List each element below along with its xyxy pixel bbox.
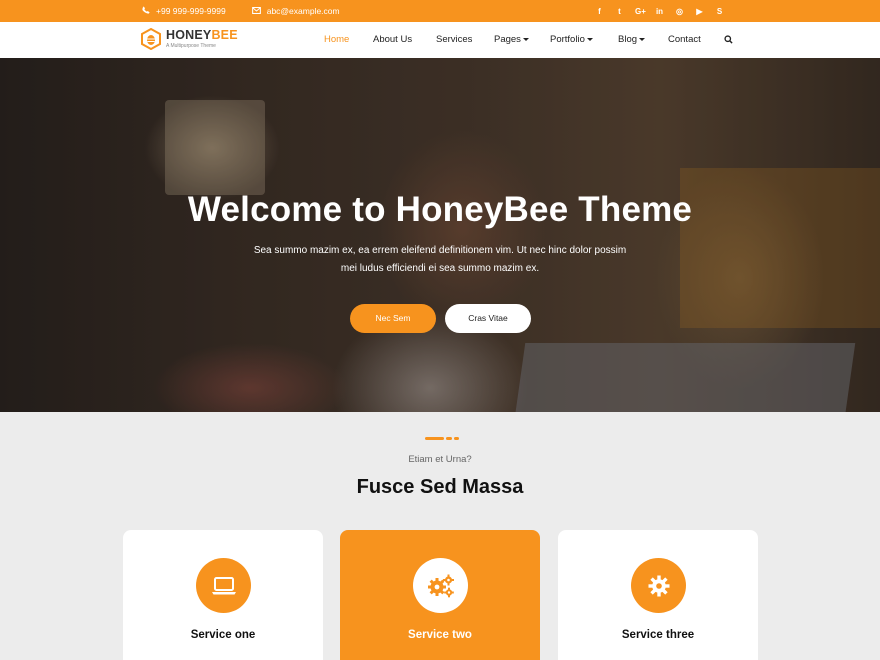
linkedin-icon[interactable]: in xyxy=(655,7,664,16)
section-title: Fusce Sed Massa xyxy=(356,476,524,498)
instagram-icon[interactable]: ◎ xyxy=(675,7,684,16)
facebook-icon[interactable]: f xyxy=(595,7,604,16)
service-card[interactable]: Service two xyxy=(340,530,540,660)
chevron-down-icon xyxy=(522,37,529,41)
gear-icon xyxy=(631,558,686,613)
gears-icon xyxy=(413,558,468,613)
skype-icon[interactable]: S xyxy=(715,7,724,16)
laptop-icon xyxy=(196,558,251,613)
section-kicker: Etiam et Urna? xyxy=(408,454,472,465)
service-title: Service three xyxy=(621,629,695,641)
twitter-icon[interactable]: t xyxy=(615,7,624,16)
email-icon xyxy=(251,6,261,16)
nav-pages[interactable]: Pages xyxy=(494,22,529,58)
nav-portfolio-label: Portfolio xyxy=(550,34,585,45)
nav-about-us[interactable]: About Us xyxy=(373,22,412,58)
email-address[interactable]: abc@example.com xyxy=(267,6,340,16)
nav-portfolio[interactable]: Portfolio xyxy=(550,22,593,58)
phone-icon xyxy=(141,6,150,16)
hero-title: Welcome to HoneyBee Theme xyxy=(187,190,693,229)
hero-primary-button[interactable]: Nec Sem xyxy=(350,304,436,333)
section-divider xyxy=(425,437,444,440)
service-card[interactable]: Service one xyxy=(123,530,323,660)
hero-description-line1: Sea summo mazim ex, ea errem eleifend de… xyxy=(253,245,627,256)
nav-blog[interactable]: Blog xyxy=(618,22,646,58)
hero-description-line2: mei ludus efficiendi ei sea summo mazim … xyxy=(340,263,540,274)
service-card[interactable]: Service three xyxy=(558,530,758,660)
main-nav: Home About Us Services Pages Portfolio B… xyxy=(0,22,880,58)
chevron-down-icon xyxy=(586,37,593,41)
social-links: f t G+ in ◎ ▶ S xyxy=(595,0,724,22)
hero-description: Sea summo mazim ex, ea errem eleifend de… xyxy=(240,242,640,278)
nav-home[interactable]: Home xyxy=(324,22,349,58)
services-section: Etiam et Urna? Fusce Sed Massa Service o… xyxy=(0,412,880,660)
phone-number[interactable]: +99 999-999-9999 xyxy=(156,6,226,16)
youtube-icon[interactable]: ▶ xyxy=(695,7,704,16)
hero-banner: Welcome to HoneyBee Theme Sea summo mazi… xyxy=(0,58,880,412)
top-bar: +99 999-999-9999 abc@example.com f t G+ … xyxy=(0,0,880,22)
hero-secondary-button[interactable]: Cras Vitae xyxy=(445,304,531,333)
service-title: Service one xyxy=(190,629,256,641)
nav-contact[interactable]: Contact xyxy=(668,22,701,58)
nav-pages-label: Pages xyxy=(494,34,521,45)
service-title: Service two xyxy=(408,629,472,641)
google-plus-icon[interactable]: G+ xyxy=(635,7,646,16)
site-header: HONEYBEE A Multipurpose Theme Home About… xyxy=(0,22,880,58)
contact-info: +99 999-999-9999 abc@example.com xyxy=(141,0,340,22)
nav-blog-label: Blog xyxy=(618,34,638,45)
chevron-down-icon xyxy=(639,37,646,41)
nav-services[interactable]: Services xyxy=(436,22,472,58)
search-icon[interactable] xyxy=(724,22,733,58)
